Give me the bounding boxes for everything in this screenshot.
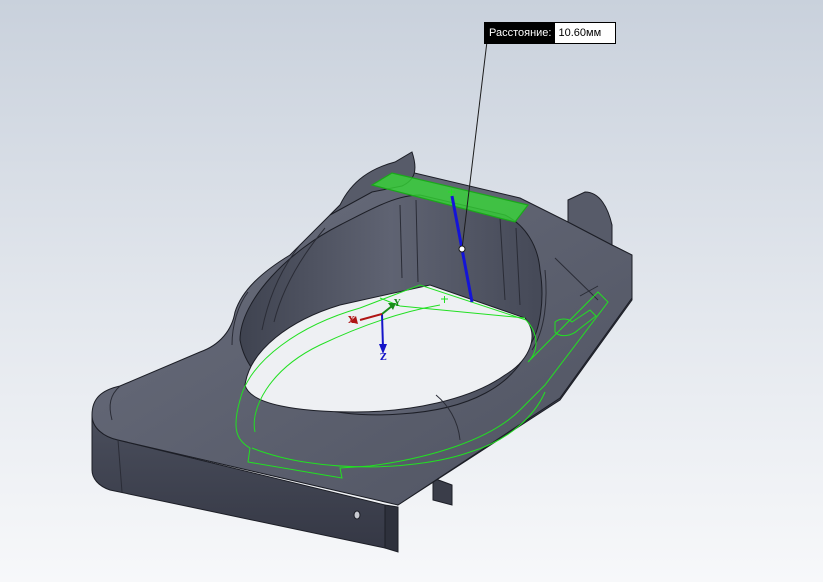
callout-label: Расстояние: [484, 22, 555, 44]
part-tab-bottom [384, 504, 399, 553]
graphics-viewport[interactable]: Z Y X Расстояние: 10.60мм [0, 0, 823, 582]
part-tab-right [432, 477, 453, 506]
distance-callout[interactable]: Расстояние: 10.60мм [484, 22, 617, 44]
part-hole [353, 510, 361, 520]
callout-value: 10.60мм [554, 22, 617, 44]
triad-label-x: X [348, 316, 355, 326]
part-model[interactable]: Z Y X [0, 0, 823, 582]
triad-label-z: Z [380, 353, 387, 363]
triad-label-y: Y [393, 299, 401, 309]
